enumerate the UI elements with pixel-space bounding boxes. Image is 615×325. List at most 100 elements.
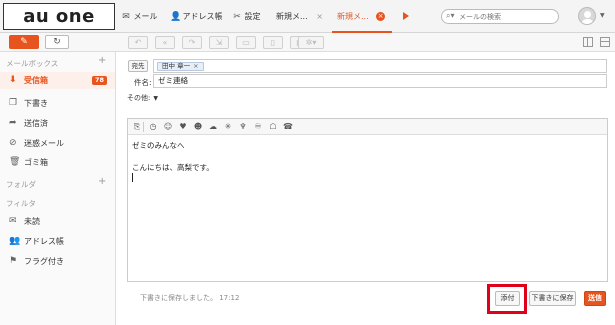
move-button[interactable]: ⇲ (209, 36, 229, 49)
forward-icon: ↷ (188, 38, 196, 47)
trash-icon: ▯ (270, 38, 276, 47)
tab-new-mail-1[interactable]: 新規メ... × (276, 9, 323, 25)
forward-button[interactable]: ↷ (182, 36, 202, 49)
to-button[interactable]: 宛先 (128, 60, 148, 72)
chevron-down-icon[interactable]: ▼ (600, 12, 605, 19)
sidebar-item-label: フラグ付き (24, 257, 64, 266)
remove-recipient-icon[interactable]: × (193, 62, 198, 70)
tab-mail[interactable]: ✉ メール (121, 9, 158, 25)
tab-new-mail-2[interactable]: 新規メ... × (337, 9, 386, 25)
bicycle-icon[interactable]: ♾ (253, 122, 263, 132)
folder-section-title: フォルダ (6, 180, 36, 189)
spam-icon: ⊘ (9, 138, 17, 148)
sidebar-item-unread[interactable]: ✉ 未読 (0, 213, 115, 230)
subject-label: 件名: (134, 78, 152, 87)
attach-button[interactable]: 添付 (495, 291, 520, 306)
editor-toolbar: ⎘ ◷ ☺ ♥ ☻ ☁ ✳ ♆ ♾ ☖ ☎ (128, 119, 607, 135)
cocktail-icon[interactable]: ♆ (238, 122, 248, 132)
add-mailbox-icon[interactable]: + (98, 55, 106, 66)
tools-icon: ✂ (233, 12, 241, 22)
full-view-icon[interactable] (600, 37, 610, 47)
clock-icon[interactable]: ◷ (148, 122, 158, 132)
move-icon: ⇲ (215, 38, 223, 47)
sidebar-item-inbox[interactable]: ⬇ 受信箱 78 (0, 72, 115, 89)
filter-section-title: フィルタ (6, 199, 36, 208)
avatar[interactable] (578, 7, 596, 25)
tab-scroll-right-icon[interactable] (403, 12, 409, 20)
search-box[interactable]: ⌕▾ (441, 9, 559, 24)
refresh-button[interactable]: ↻ (45, 35, 69, 49)
sparkle-icon[interactable]: ✳ (223, 122, 233, 132)
recipient-name: 田中 章一 (162, 62, 191, 70)
tab-mail-label: メール (133, 12, 158, 21)
sidebar-item-trash[interactable]: 🗑 ゴミ箱 (0, 154, 115, 171)
recipient-chip[interactable]: 田中 章一 × (157, 62, 204, 71)
sidebar-item-drafts[interactable]: ❐ 下書き (0, 95, 115, 112)
draft-saved-status: 下書きに保存しました。 17:12 (140, 294, 240, 302)
sidebar-item-label: 迷惑メール (24, 139, 64, 148)
sidebar-item-sent[interactable]: ➦ 送信済 (0, 115, 115, 132)
tab-settings-label: 設定 (244, 12, 261, 21)
trash-icon: 🗑 (9, 157, 21, 167)
message-editor[interactable]: ⎘ ◷ ☺ ♥ ☻ ☁ ✳ ♆ ♾ ☖ ☎ ゼミのみんなへ こんにちは、高梨です… (127, 118, 608, 282)
sidebar-item-label: 下書き (24, 99, 48, 108)
mail-icon: ✉ (122, 12, 130, 22)
sidebar-item-contacts[interactable]: 👥 アドレス帳 (0, 233, 115, 250)
other-fields-label: その他: (127, 94, 151, 102)
sent-icon: ➦ (9, 118, 17, 128)
reply-button[interactable]: ↶ (128, 36, 148, 49)
flag-icon: ⚑ (9, 256, 18, 266)
tab-settings[interactable]: ✂ 設定 (232, 9, 261, 25)
settings-menu-button[interactable]: ✲▾ (298, 36, 324, 49)
sidebar-item-label: 未読 (24, 217, 40, 226)
add-folder-icon[interactable]: + (98, 176, 106, 187)
subject-field[interactable]: ゼミ連絡 (153, 74, 607, 88)
toolbar: ✎ ↻ ↶ « ↷ ⇲ ▭ ▯ ▤ ✲▾ (0, 33, 615, 52)
body-line: こんにちは、高梨です。 (132, 163, 214, 172)
reply-icon: ↶ (134, 38, 142, 47)
reply-all-button[interactable]: « (155, 36, 175, 49)
reply-all-icon: « (162, 38, 168, 47)
face-icon[interactable]: ☻ (193, 122, 203, 132)
unread-icon: ✉ (9, 216, 17, 226)
tab-new-mail-1-label: 新規メ... (276, 12, 308, 21)
close-icon[interactable]: × (376, 12, 386, 21)
refresh-icon: ↻ (53, 37, 61, 47)
split-view-icon[interactable] (583, 37, 593, 47)
tab-new-mail-2-label: 新規メ... (337, 12, 369, 21)
brand-logo[interactable]: au one net (3, 3, 115, 52)
send-button[interactable]: 送信 (584, 291, 606, 306)
unread-count-badge: 78 (92, 76, 108, 85)
archive-icon: ▭ (242, 38, 250, 47)
train-icon[interactable]: ☖ (268, 122, 278, 132)
delete-button[interactable]: ▯ (263, 36, 283, 49)
attachment-icon[interactable]: ⎘ (132, 122, 142, 132)
sidebar-item-spam[interactable]: ⊘ 迷惑メール (0, 135, 115, 152)
sidebar-item-label: 受信箱 (24, 76, 48, 85)
body-line: ゼミのみんなへ (132, 141, 185, 150)
tab-address-book[interactable]: 👤 アドレス帳 (170, 9, 223, 25)
other-fields-toggle[interactable]: その他: ▼ (127, 93, 158, 103)
sidebar-item-label: ゴミ箱 (24, 158, 48, 167)
body-line (132, 151, 214, 162)
heart-icon[interactable]: ♥ (178, 122, 188, 132)
address-book-icon: 👤 (170, 12, 182, 22)
pencil-icon: ✎ (20, 37, 28, 47)
smile-icon[interactable]: ☺ (163, 122, 173, 132)
search-icon[interactable]: ⌕▾ (446, 11, 455, 21)
message-body[interactable]: ゼミのみんなへ こんにちは、高梨です。 (132, 140, 214, 184)
inbox-icon: ⬇ (9, 75, 17, 85)
to-field[interactable]: 田中 章一 × (153, 59, 607, 73)
save-draft-button[interactable]: 下書きに保存 (529, 291, 576, 306)
search-input[interactable] (459, 11, 555, 22)
sidebar-item-flagged[interactable]: ⚑ フラグ付き (0, 253, 115, 270)
cloud-icon[interactable]: ☁ (208, 122, 218, 132)
text-cursor (132, 173, 214, 184)
archive-button[interactable]: ▭ (236, 36, 256, 49)
sidebar-item-label: アドレス帳 (24, 237, 64, 246)
mailbox-section-title: メールボックス (6, 59, 59, 68)
sidebar-item-label: 送信済 (24, 119, 48, 128)
compose-button[interactable]: ✎ (9, 35, 39, 49)
phone-icon[interactable]: ☎ (283, 122, 293, 132)
close-icon[interactable]: × (316, 12, 323, 21)
